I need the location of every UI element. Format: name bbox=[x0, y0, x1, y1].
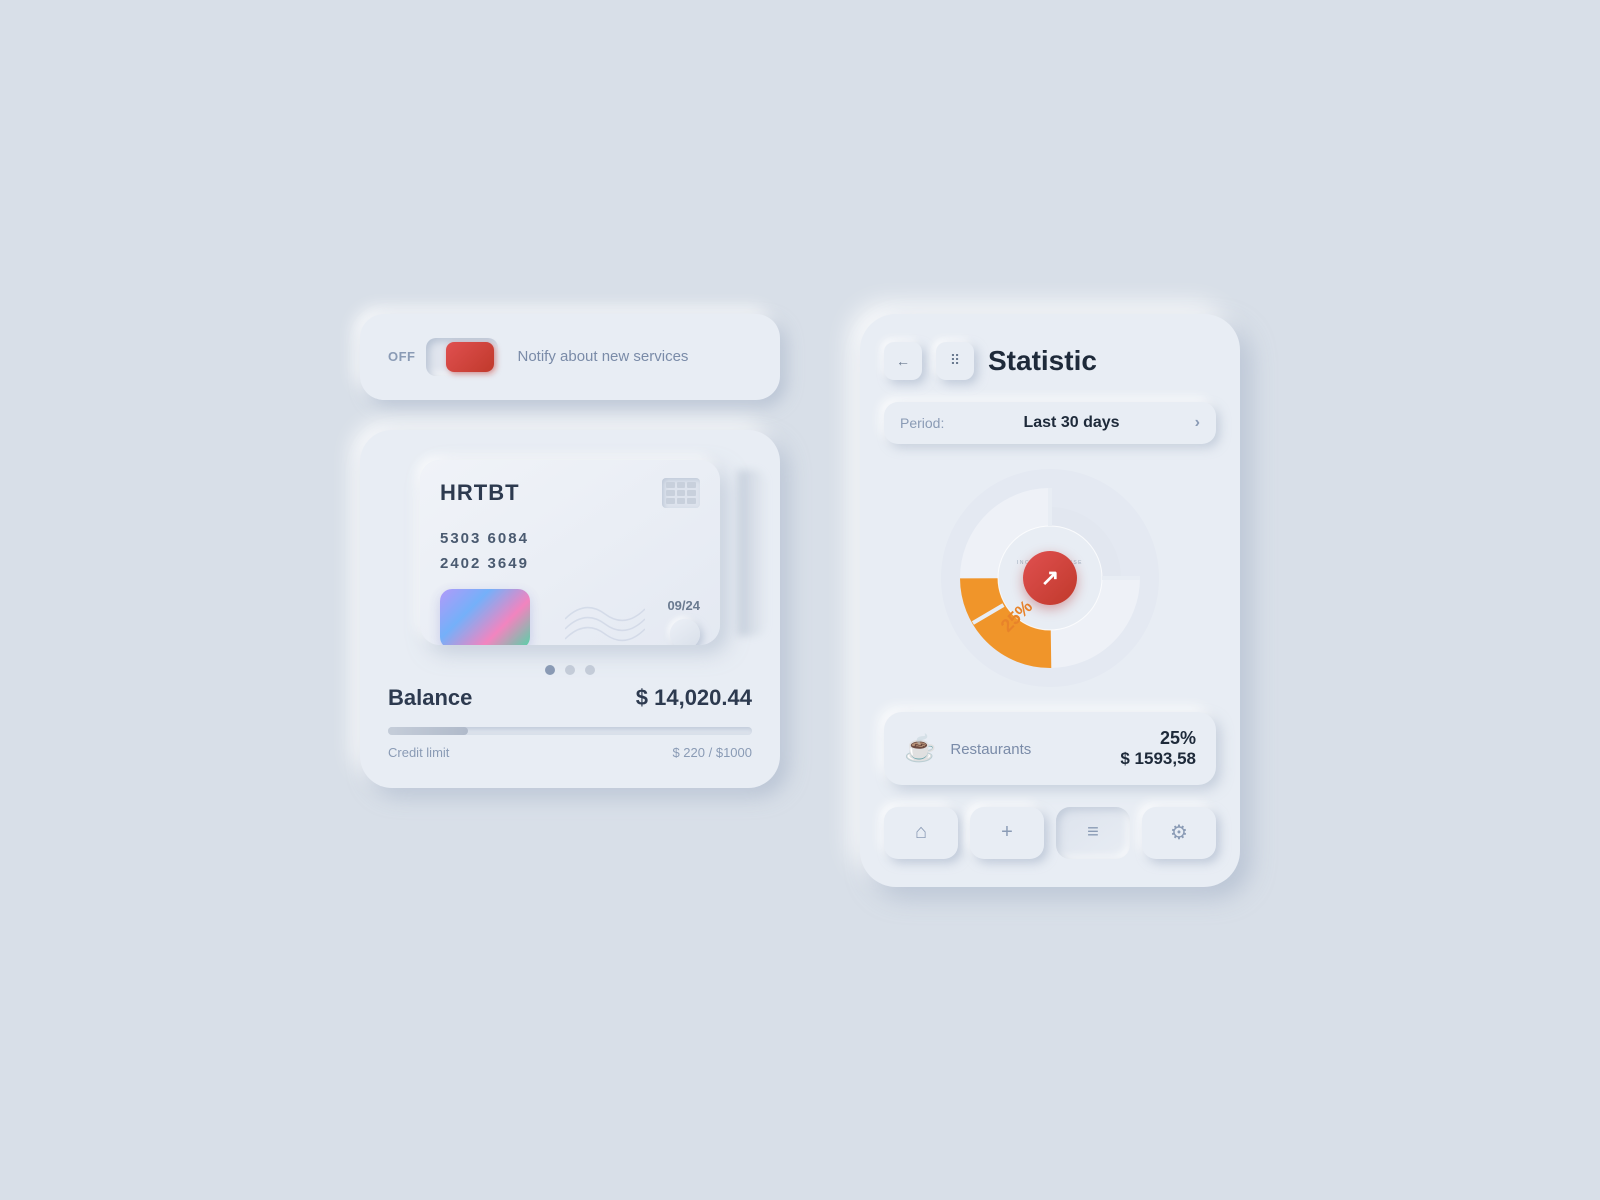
card-brand: HRTBT bbox=[440, 480, 520, 506]
main-container: OFF Notify about new services HRTBT bbox=[320, 274, 1280, 927]
card-number-line2: 2402 3649 bbox=[440, 551, 700, 577]
right-panel: ← ⠿ Statistic Period: Last 30 days › bbox=[860, 314, 1240, 887]
restaurant-percent: 25% bbox=[1120, 728, 1196, 749]
chart-wrap: INCOME EXPENSE PURCHASE 25% bbox=[884, 468, 1216, 688]
home-icon: ⌂ bbox=[915, 821, 927, 844]
card-section: HRTBT bbox=[360, 430, 780, 788]
restaurant-left: ☕ Restaurants bbox=[904, 733, 1031, 764]
restaurant-name: Restaurants bbox=[950, 741, 1031, 758]
dot-1[interactable] bbox=[545, 665, 555, 675]
back-button[interactable]: ← bbox=[884, 342, 922, 380]
nav-add-button[interactable]: + bbox=[970, 807, 1044, 859]
card-expiry-col: 09/24 bbox=[667, 598, 700, 645]
toggle-off-label: OFF bbox=[388, 349, 416, 364]
card-holographic bbox=[440, 589, 530, 645]
toggle-wrap: OFF bbox=[388, 338, 498, 376]
notify-card: OFF Notify about new services bbox=[360, 314, 780, 400]
credit-bar bbox=[388, 727, 752, 735]
nav-home-button[interactable]: ⌂ bbox=[884, 807, 958, 859]
card-bottom-row: 09/24 bbox=[440, 589, 700, 645]
balance-label: Balance bbox=[388, 685, 472, 711]
credit-limit-row: Credit limit $ 220 / $1000 bbox=[388, 745, 752, 760]
cards-icon: ≡ bbox=[1087, 821, 1099, 844]
credit-limit-value: $ 220 / $1000 bbox=[672, 745, 752, 760]
balance-section: Balance $ 14,020.44 Credit limit $ 220 /… bbox=[384, 685, 756, 760]
add-icon: + bbox=[1001, 821, 1013, 844]
nav-settings-button[interactable]: ⚙ bbox=[1142, 807, 1216, 859]
credit-bar-fill bbox=[388, 727, 468, 735]
settings-icon: ⚙ bbox=[1170, 820, 1188, 845]
period-chevron-icon: › bbox=[1195, 414, 1200, 432]
credit-card-wrap: HRTBT bbox=[384, 460, 756, 645]
balance-amount: $ 14,020.44 bbox=[636, 685, 752, 711]
period-label: Period: bbox=[900, 415, 944, 431]
dot-2[interactable] bbox=[565, 665, 575, 675]
notify-label: Notify about new services bbox=[518, 346, 689, 367]
stat-header: ← ⠿ Statistic bbox=[884, 342, 1216, 380]
restaurant-card: ☕ Restaurants 25% $ 1593,58 bbox=[884, 712, 1216, 785]
card-circle-btn[interactable] bbox=[670, 619, 700, 645]
chip-icon bbox=[662, 478, 700, 508]
balance-row: Balance $ 14,020.44 bbox=[388, 685, 752, 711]
card-top-row: HRTBT bbox=[440, 478, 700, 508]
donut-chart: INCOME EXPENSE PURCHASE 25% bbox=[940, 468, 1160, 688]
credit-card: HRTBT bbox=[420, 460, 720, 645]
card-wave-lines bbox=[565, 589, 645, 645]
card-expiry: 09/24 bbox=[667, 598, 700, 613]
left-panel: OFF Notify about new services HRTBT bbox=[360, 314, 780, 788]
grid-button[interactable]: ⠿ bbox=[936, 342, 974, 380]
card-shadow bbox=[738, 470, 768, 637]
bottom-nav: ⌂ + ≡ ⚙ bbox=[884, 807, 1216, 859]
nav-cards-button[interactable]: ≡ bbox=[1056, 807, 1130, 859]
restaurant-icon: ☕ bbox=[904, 733, 936, 764]
toggle-knob bbox=[446, 342, 494, 372]
dot-3[interactable] bbox=[585, 665, 595, 675]
period-value: Last 30 days bbox=[1023, 414, 1119, 432]
restaurant-right: 25% $ 1593,58 bbox=[1120, 728, 1196, 769]
credit-limit-label: Credit limit bbox=[388, 745, 449, 760]
restaurant-amount: $ 1593,58 bbox=[1120, 749, 1196, 769]
period-selector[interactable]: Period: Last 30 days › bbox=[884, 402, 1216, 444]
card-dots bbox=[384, 665, 756, 675]
stat-title: Statistic bbox=[988, 345, 1216, 377]
notify-toggle[interactable] bbox=[426, 338, 498, 376]
card-numbers: 5303 6084 2402 3649 bbox=[440, 526, 700, 577]
card-number-line1: 5303 6084 bbox=[440, 526, 700, 552]
donut-center-button[interactable] bbox=[1023, 551, 1077, 605]
